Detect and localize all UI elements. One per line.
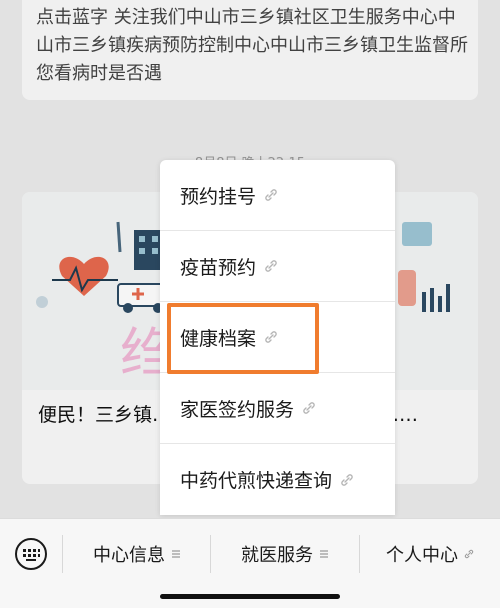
link-icon	[341, 473, 353, 486]
menu-item-label: 中药代煎快递查询	[180, 470, 333, 492]
link-icon	[265, 331, 277, 343]
menu-lines-icon	[172, 550, 180, 558]
menu-item-family-doctor[interactable]: 家医签约服务	[160, 373, 395, 444]
menu-lines-icon	[320, 550, 328, 558]
link-icon	[464, 549, 474, 559]
tab-label: 中心信息	[93, 545, 165, 566]
menu-item-health-record[interactable]: 健康档案	[160, 302, 395, 373]
tab-medical-service[interactable]: 就医服务	[211, 537, 359, 571]
tab-label: 个人中心	[386, 545, 458, 566]
menu-item-herbal-delivery[interactable]: 中药代煎快递查询	[160, 444, 395, 515]
link-icon	[265, 189, 277, 201]
menu-item-label: 健康档案	[180, 327, 257, 350]
keyboard-icon[interactable]	[14, 537, 48, 571]
menu-item-vaccine[interactable]: 疫苗预约	[160, 231, 395, 302]
submenu-popup: 预约挂号 疫苗预约 健康档案 家医签约服务 中药代煎快递查询	[160, 160, 395, 515]
separator	[62, 535, 63, 573]
link-icon	[303, 402, 315, 414]
link-icon	[265, 260, 277, 272]
menu-item-label: 家医签约服务	[180, 398, 295, 421]
menu-item-label: 疫苗预约	[180, 256, 257, 279]
home-indicator[interactable]	[160, 594, 340, 599]
menu-item-label: 预约挂号	[180, 185, 257, 208]
tab-center-info[interactable]: 中心信息	[64, 537, 210, 571]
tab-personal-center[interactable]: 个人中心	[360, 537, 500, 571]
menu-item-appointment[interactable]: 预约挂号	[160, 160, 395, 231]
tab-label: 就医服务	[241, 545, 313, 566]
